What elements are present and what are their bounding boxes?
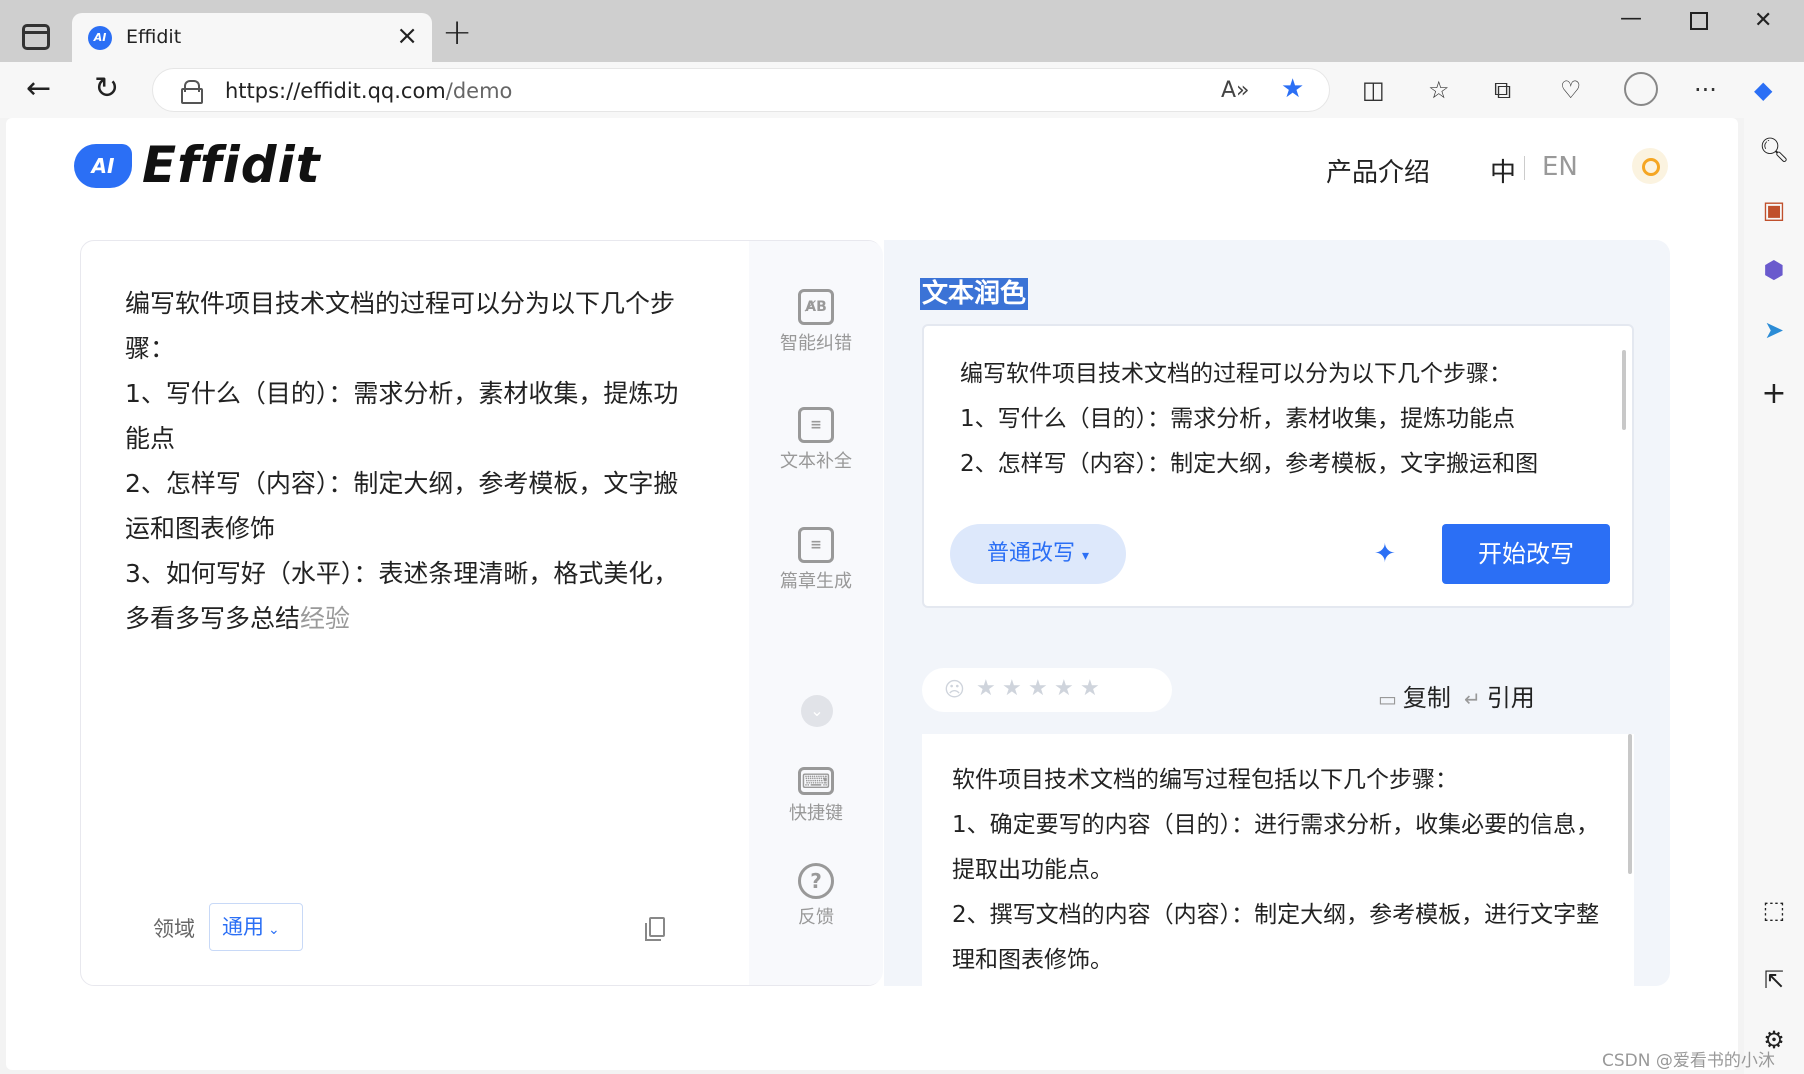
split-screen-icon[interactable]: ◫: [1362, 76, 1385, 104]
url-text[interactable]: https://effidit.qq.com/demo: [225, 79, 512, 103]
expand-chevron-icon[interactable]: ⌄: [801, 695, 833, 727]
theme-toggle-icon[interactable]: [1632, 148, 1668, 184]
logo-badge: AI: [74, 144, 132, 188]
rewrite-title: 文本润色: [920, 278, 1029, 310]
sparkle-icon[interactable]: ✦: [1374, 540, 1396, 568]
lang-en[interactable]: EN: [1542, 152, 1578, 182]
close-tab-icon[interactable]: ×: [396, 23, 418, 49]
lock-icon[interactable]: [181, 80, 203, 104]
rewrite-input-text[interactable]: 编写软件项目技术文档的过程可以分为以下几个步骤： 1、写什么（目的）：需求分析，…: [960, 352, 1600, 487]
collections-icon[interactable]: ⧉: [1494, 76, 1511, 104]
rating-star-icon[interactable]: ★: [1028, 676, 1048, 701]
help-icon: ?: [798, 863, 834, 899]
domain-select[interactable]: 通用 ⌄: [209, 903, 303, 951]
tab-strip: AI Effidit × + — ✕: [0, 0, 1804, 62]
nav-product-intro[interactable]: 产品介绍: [1326, 152, 1430, 189]
lang-divider: [1524, 156, 1525, 180]
back-icon[interactable]: ←: [26, 72, 51, 106]
tool-feedback[interactable]: ? 反馈: [749, 863, 883, 929]
favorites-icon[interactable]: ☆: [1428, 76, 1450, 104]
quote-arrow-icon: ↵: [1464, 687, 1481, 711]
read-aloud-icon[interactable]: A»: [1221, 78, 1250, 103]
office-icon[interactable]: ⬢: [1758, 254, 1790, 286]
profile-avatar[interactable]: [1624, 72, 1658, 106]
add-sidebar-icon[interactable]: +: [1758, 378, 1790, 410]
caret-down-icon: ▾: [1081, 548, 1090, 564]
rating-bar: ☹ ★ ★ ★ ★ ★: [922, 668, 1172, 712]
performance-icon[interactable]: ♡: [1560, 76, 1582, 104]
editor-line: 2、怎样写（内容）：制定大纲，参考模板，文字搬运和图表修饰: [125, 469, 679, 543]
open-external-icon[interactable]: ⇱: [1758, 964, 1790, 996]
scrollbar[interactable]: [1628, 734, 1632, 874]
search-icon[interactable]: 🔍︎: [1758, 134, 1790, 166]
minimize-icon[interactable]: —: [1620, 6, 1642, 31]
logo-text: Effidit: [142, 136, 321, 194]
chevron-down-icon: ⌄: [268, 922, 280, 938]
refresh-icon[interactable]: ↻: [94, 72, 119, 106]
tab-effidit[interactable]: AI Effidit ×: [72, 13, 432, 62]
watermark: CSDN @爱看书的小沐: [1602, 1051, 1775, 1071]
rewrite-input-card: 编写软件项目技术文档的过程可以分为以下几个步骤： 1、写什么（目的）：需求分析，…: [922, 324, 1634, 608]
edge-sidebar: 🔍︎ ▣ ⬢ ➤ + ⬚ ⇱ ⚙: [1744, 118, 1804, 1074]
copy-icon[interactable]: [645, 917, 665, 941]
rewrite-result-card: 软件项目技术文档的编写过程包括以下几个步骤： 1、确定要写的内容（目的）：进行需…: [922, 734, 1634, 986]
maximize-icon[interactable]: [1690, 12, 1708, 30]
tools-column: A̸B 智能纠错 ≡ 文本补全 ≡ 篇章生成 ⌄ ⌨ 快捷键 ? 反馈: [749, 241, 883, 985]
rewrite-mode-dropdown[interactable]: 普通改写 ▾: [950, 524, 1126, 584]
favorite-star-icon[interactable]: ★: [1281, 74, 1304, 104]
editor-line: 编写软件项目技术文档的过程可以分为以下几个步骤：: [125, 289, 676, 363]
document-complete-icon: ≡: [798, 407, 834, 443]
copy-icon: ▭: [1378, 687, 1397, 711]
tool-smart-correction[interactable]: A̸B 智能纠错: [749, 289, 883, 355]
rating-star-icon[interactable]: ★: [1054, 676, 1074, 701]
editor-textarea[interactable]: 编写软件项目技术文档的过程可以分为以下几个步骤： 1、写什么（目的）：需求分析，…: [125, 281, 695, 641]
tool-article-generation[interactable]: ≡ 篇章生成: [749, 527, 883, 593]
domain-label: 领域: [153, 917, 195, 941]
editor-line: 3、如何写好（水平）：表述条理清晰，格式美化，多看多写多总结经验: [125, 559, 679, 633]
sad-face-icon[interactable]: ☹: [944, 677, 965, 701]
lang-zh[interactable]: 中: [1490, 152, 1516, 189]
rating-star-icon[interactable]: ★: [1002, 676, 1022, 701]
keyboard-icon: ⌨: [798, 767, 834, 795]
close-window-icon[interactable]: ✕: [1754, 8, 1772, 33]
rating-star-icon[interactable]: ★: [1080, 676, 1100, 701]
rating-star-icon[interactable]: ★: [976, 676, 996, 701]
rewrite-result-text[interactable]: 软件项目技术文档的编写过程包括以下几个步骤： 1、确定要写的内容（目的）：进行需…: [952, 758, 1602, 983]
copilot-icon[interactable]: ◆: [1754, 76, 1772, 104]
tool-shortcuts[interactable]: ⌨ 快捷键: [749, 767, 883, 825]
new-tab-icon[interactable]: +: [442, 15, 472, 51]
address-toolbar: ← ↻ https://effidit.qq.com/demo A» ★ ◫ ☆…: [0, 62, 1804, 118]
editor-line: 1、写什么（目的）：需求分析，素材收集，提炼功能点: [125, 379, 679, 453]
ab-correct-icon: A̸B: [798, 289, 834, 325]
copy-button[interactable]: ▭ 复制: [1378, 678, 1451, 713]
document-generate-icon: ≡: [798, 527, 834, 563]
quote-button[interactable]: ↵ 引用: [1464, 678, 1535, 713]
tab-title: Effidit: [126, 26, 182, 48]
completion-suggestion[interactable]: 经验: [300, 604, 350, 633]
start-rewrite-button[interactable]: 开始改写: [1442, 524, 1610, 584]
address-bar[interactable]: https://effidit.qq.com/demo A» ★: [152, 68, 1330, 112]
effidit-favicon-icon: AI: [88, 26, 112, 50]
editor-card: 编写软件项目技术文档的过程可以分为以下几个步骤： 1、写什么（目的）：需求分析，…: [80, 240, 883, 986]
scrollbar[interactable]: [1622, 350, 1626, 430]
screenshot-icon[interactable]: ⬚: [1758, 894, 1790, 926]
tools-icon[interactable]: ▣: [1758, 194, 1790, 226]
tab-actions-icon[interactable]: [22, 24, 50, 50]
more-options-icon[interactable]: ···: [1694, 76, 1717, 104]
tool-text-completion[interactable]: ≡ 文本补全: [749, 407, 883, 473]
send-icon[interactable]: ➤: [1758, 314, 1790, 346]
rewrite-panel: 文本润色 编写软件项目技术文档的过程可以分为以下几个步骤： 1、写什么（目的）：…: [884, 240, 1670, 986]
